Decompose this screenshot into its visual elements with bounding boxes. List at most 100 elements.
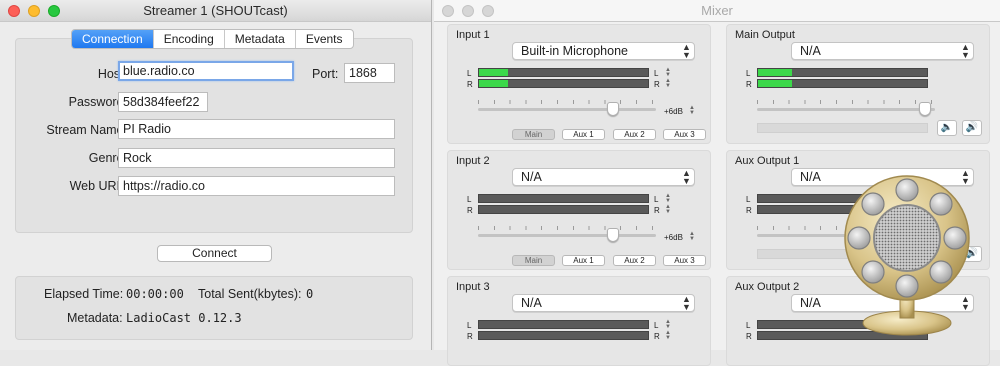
channel-right-label: R — [654, 332, 660, 341]
aux-output-2-device-value: N/A — [800, 296, 821, 310]
input-1-meter-left — [478, 68, 649, 77]
main-output-bar — [757, 123, 928, 133]
main-output-volume-slider[interactable] — [757, 100, 935, 118]
input-1-routing: Main Aux 1 Aux 2 Aux 3 — [512, 129, 708, 140]
input-1-card: Input 1 Built-in Microphone ▲ ▼ L L ▲ ▼ R … — [447, 24, 711, 144]
aux-output-2-label: Aux Output 2 — [735, 281, 800, 293]
tab-encoding[interactable]: Encoding — [154, 30, 225, 48]
chevron-updown-icon: ▲ ▼ — [961, 42, 970, 60]
input-3-card: Input 3 N/A ▲ ▼ L L ▲ ▼ R R ▲ ▼ — [447, 276, 711, 366]
stepper-icon[interactable]: ▲ ▼ — [665, 78, 671, 89]
host-field[interactable]: blue.radio.co — [118, 61, 294, 81]
route-aux-2-button[interactable]: Aux 2 — [613, 255, 656, 266]
input-2-meter-left — [478, 194, 649, 203]
genre-field[interactable]: Rock — [118, 148, 395, 168]
slider-knob[interactable] — [607, 102, 619, 116]
input-3-meter-left — [478, 320, 649, 329]
route-aux-3-button[interactable]: Aux 3 — [663, 255, 706, 266]
aux-output-1-device-value: N/A — [800, 170, 821, 184]
tab-events[interactable]: Events — [296, 30, 353, 48]
channel-left-label: L — [746, 69, 751, 78]
window-controls — [8, 5, 60, 17]
input-3-label: Input 3 — [456, 281, 490, 293]
input-1-device-select[interactable]: Built-in Microphone ▲ ▼ — [512, 42, 695, 60]
channel-right-label: R — [467, 332, 473, 341]
channel-right-label: R — [746, 80, 752, 89]
zoom-button[interactable] — [482, 5, 494, 17]
port-label: Port: — [312, 67, 339, 81]
slider-knob[interactable] — [607, 228, 619, 242]
input-2-card: Input 2 N/A ▲ ▼ L L ▲ ▼ R R ▲ ▼ +6dB ▲ ▼ Mai… — [447, 150, 711, 270]
input-3-device-value: N/A — [521, 296, 542, 310]
route-aux-1-button[interactable]: Aux 1 — [562, 255, 605, 266]
input-1-device-value: Built-in Microphone — [521, 44, 628, 58]
stepper-icon[interactable]: ▲ ▼ — [689, 105, 695, 116]
chevron-updown-icon: ▲ ▼ — [682, 168, 691, 186]
connection-panel: Host: blue.radio.co Port: 1868 Password:… — [15, 38, 413, 233]
input-3-device-select[interactable]: N/A ▲ ▼ — [512, 294, 695, 312]
chevron-updown-icon: ▲ ▼ — [682, 294, 691, 312]
main-output-meter-right — [757, 79, 928, 88]
stepper-icon[interactable]: ▲ ▼ — [665, 330, 671, 341]
route-main-button[interactable]: Main — [512, 129, 555, 140]
stepper-icon[interactable]: ▲ ▼ — [665, 193, 671, 204]
channel-right-label: R — [654, 80, 660, 89]
stepper-icon[interactable]: ▲ ▼ — [665, 67, 671, 78]
ladiocast-microphone-icon — [844, 175, 970, 336]
streamer-titlebar: Streamer 1 (SHOUTcast) — [0, 0, 431, 22]
channel-right-label: R — [746, 332, 752, 341]
channel-left-label: L — [467, 321, 472, 330]
input-2-device-select[interactable]: N/A ▲ ▼ — [512, 168, 695, 186]
mixer-titlebar: Mixer — [434, 0, 1000, 22]
input-1-gain-slider[interactable] — [478, 100, 656, 118]
channel-left-label: L — [654, 69, 659, 78]
input-2-gain-slider[interactable] — [478, 226, 656, 244]
stepper-icon[interactable]: ▲ ▼ — [665, 204, 671, 215]
zoom-button[interactable] — [48, 5, 60, 17]
sent-label: Total Sent(kbytes): — [198, 287, 302, 301]
input-2-label: Input 2 — [456, 155, 490, 167]
input-2-meter-right — [478, 205, 649, 214]
channel-left-label: L — [746, 195, 751, 204]
minimize-button[interactable] — [28, 5, 40, 17]
speaker-low-icon[interactable]: 🔈 — [937, 120, 957, 136]
close-button[interactable] — [442, 5, 454, 17]
window-controls — [442, 5, 494, 17]
port-field[interactable]: 1868 — [344, 63, 395, 83]
route-main-button[interactable]: Main — [512, 255, 555, 266]
metadata-label: Metadata: — [67, 311, 123, 325]
channel-left-label: L — [654, 321, 659, 330]
stream-name-field[interactable]: PI Radio — [118, 119, 395, 139]
route-aux-3-button[interactable]: Aux 3 — [663, 129, 706, 140]
streamer-window: Streamer 1 (SHOUTcast) Connection Encodi… — [0, 0, 432, 350]
metadata-value: LadioCast 0.12.3 — [126, 311, 242, 325]
input-1-label: Input 1 — [456, 29, 490, 41]
input-2-device-value: N/A — [521, 170, 542, 184]
tab-connection[interactable]: Connection — [72, 30, 154, 48]
main-output-device-value: N/A — [800, 44, 821, 58]
elapsed-value: 00:00:00 — [126, 287, 184, 301]
stepper-icon[interactable]: ▲ ▼ — [665, 319, 671, 330]
web-url-field[interactable]: https://radio.co — [118, 176, 395, 196]
window-title: Mixer — [701, 3, 733, 18]
route-aux-1-button[interactable]: Aux 1 — [562, 129, 605, 140]
route-aux-2-button[interactable]: Aux 2 — [613, 129, 656, 140]
minimize-button[interactable] — [462, 5, 474, 17]
main-output-meter-left — [757, 68, 928, 77]
speaker-high-icon[interactable]: 🔊 — [962, 120, 982, 136]
input-2-routing: Main Aux 1 Aux 2 Aux 3 — [512, 255, 708, 266]
password-field[interactable]: 58d384feef22 — [118, 92, 208, 112]
channel-right-label: R — [654, 206, 660, 215]
connect-button[interactable]: Connect — [157, 245, 272, 262]
input-3-meter-right — [478, 331, 649, 340]
channel-left-label: L — [654, 195, 659, 204]
main-output-device-select[interactable]: N/A ▲ ▼ — [791, 42, 974, 60]
close-button[interactable] — [8, 5, 20, 17]
slider-knob[interactable] — [919, 102, 931, 116]
stepper-icon[interactable]: ▲ ▼ — [689, 231, 695, 242]
chevron-updown-icon: ▲ ▼ — [682, 42, 691, 60]
gain-label: +6dB — [664, 233, 683, 242]
tab-metadata[interactable]: Metadata — [225, 30, 296, 48]
channel-right-label: R — [467, 80, 473, 89]
channel-right-label: R — [467, 206, 473, 215]
